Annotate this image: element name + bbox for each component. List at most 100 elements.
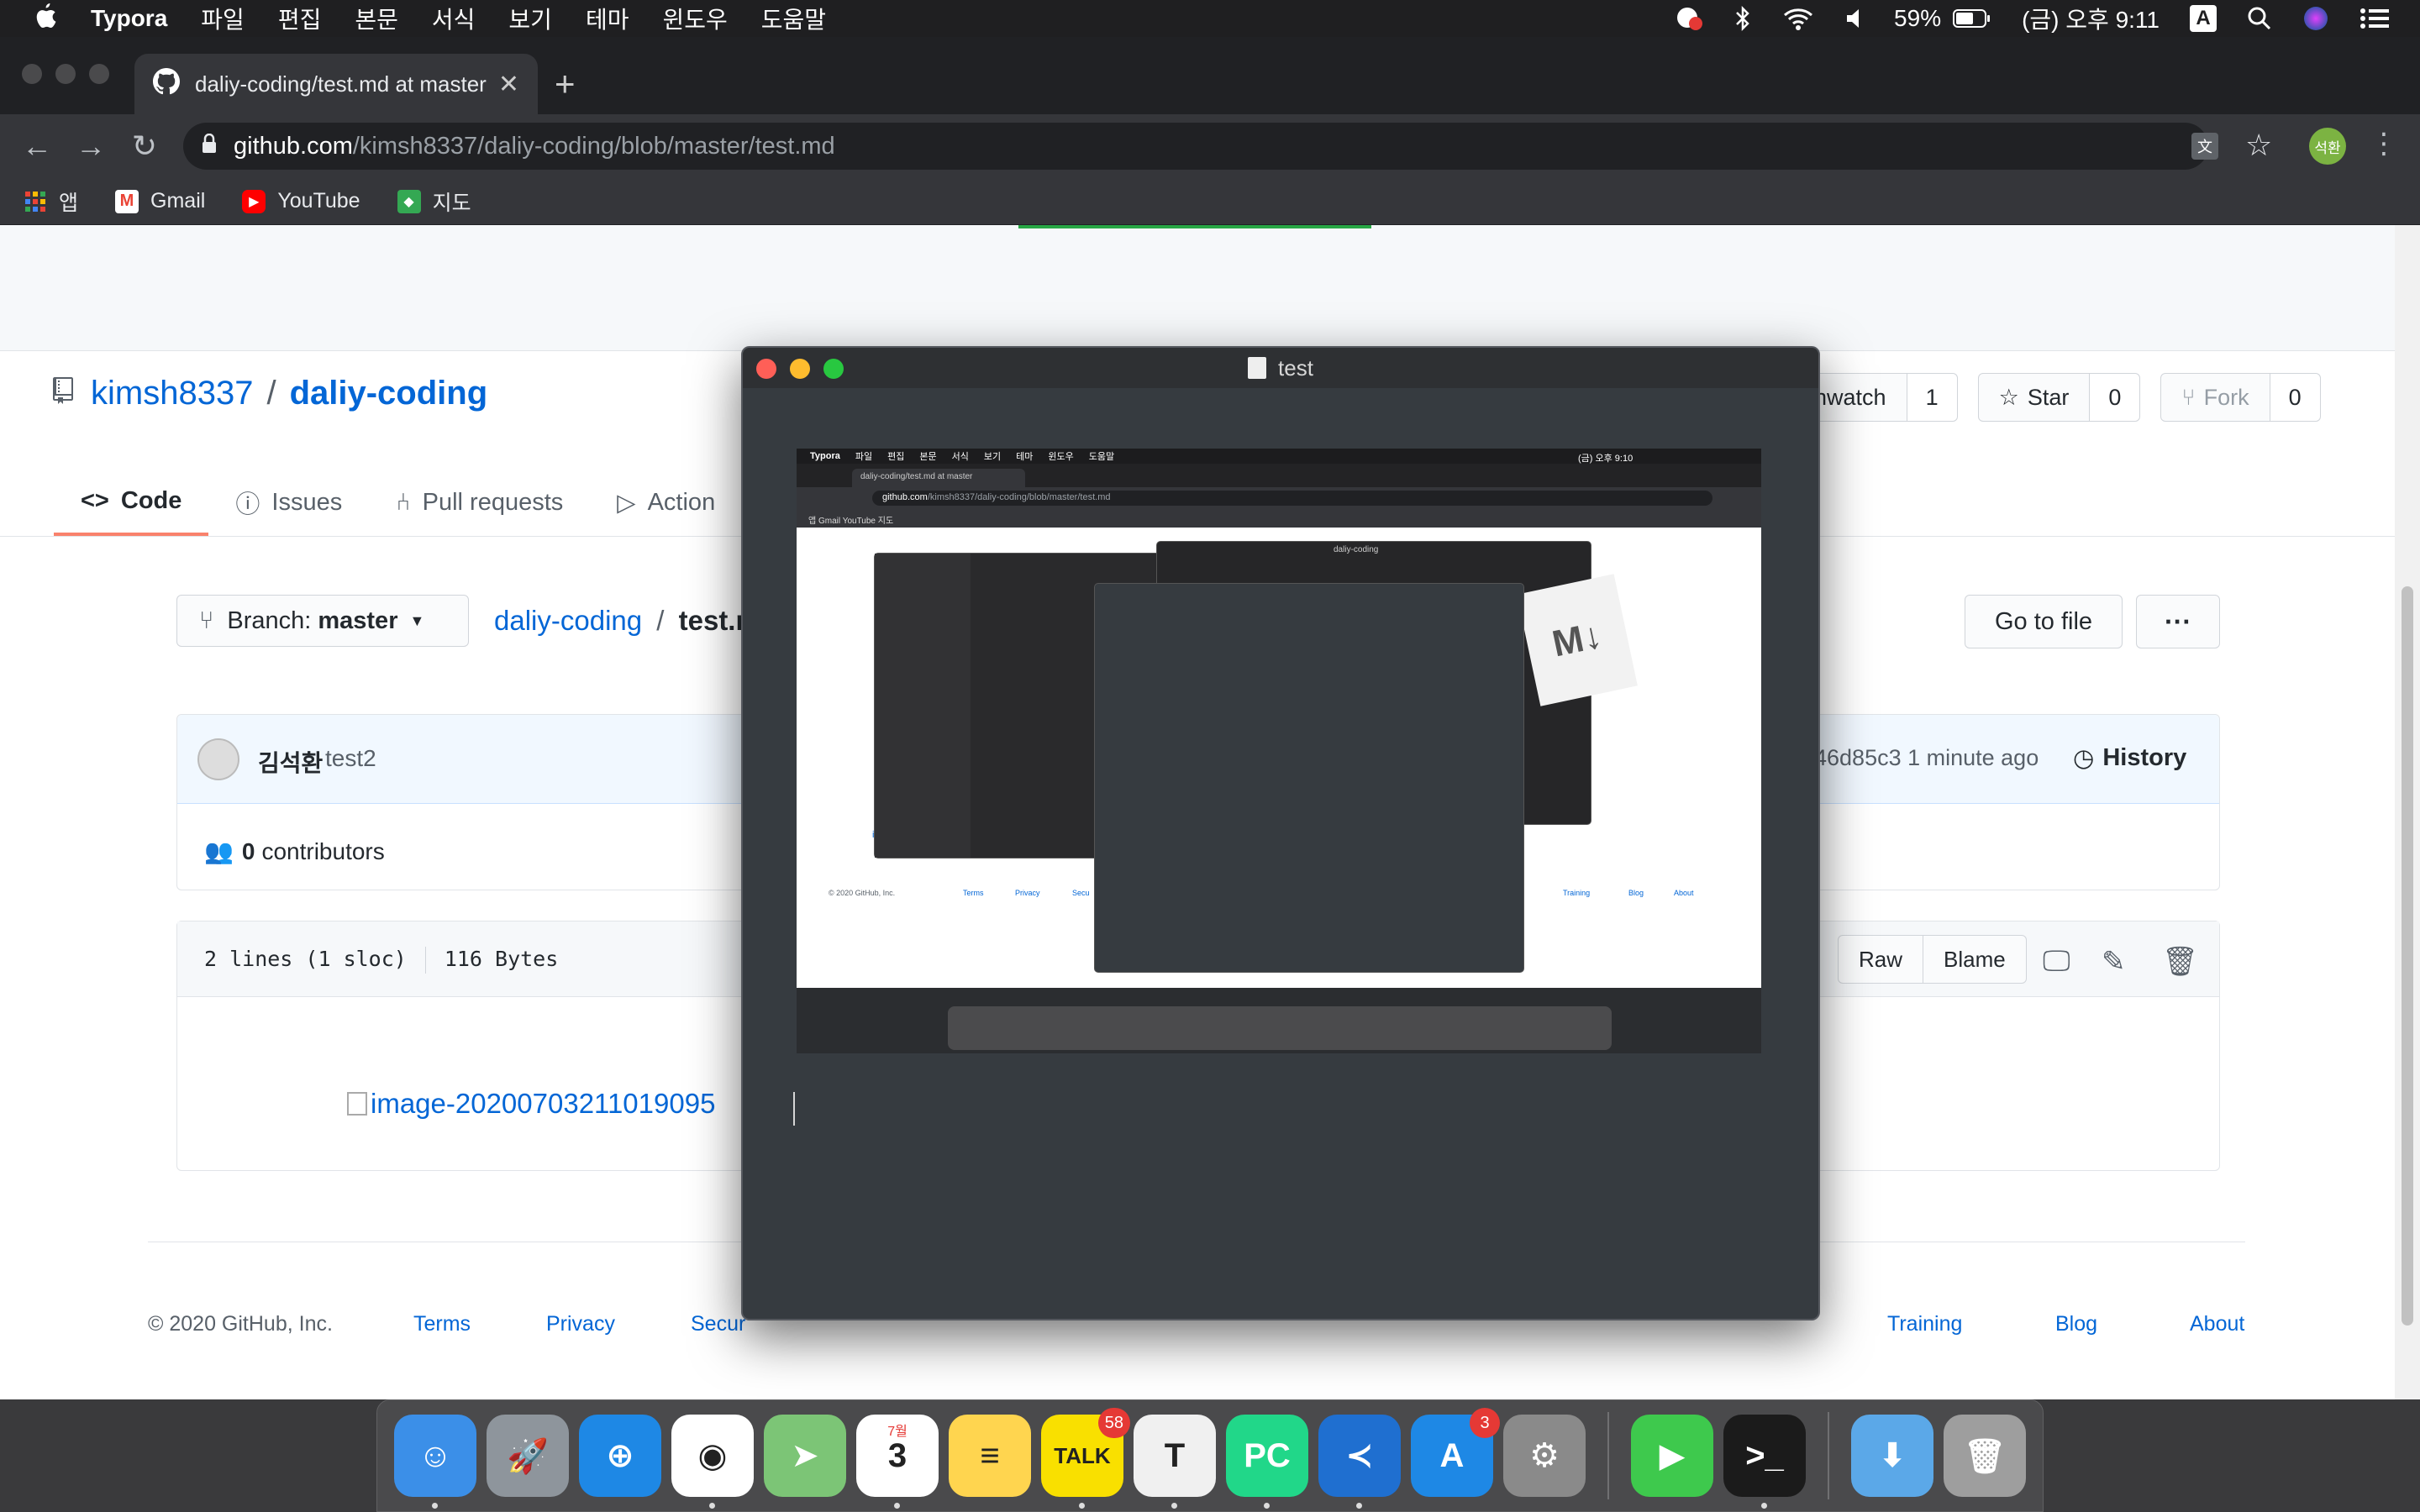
siri-icon[interactable] bbox=[2302, 5, 2329, 32]
calendar-icon[interactable]: 3 7월 bbox=[856, 1415, 939, 1509]
avatar[interactable] bbox=[197, 738, 239, 780]
tab-close-icon[interactable]: ✕ bbox=[498, 70, 519, 99]
bookmark-star-icon[interactable]: ☆ bbox=[2245, 128, 2272, 163]
typora-close-button[interactable] bbox=[756, 359, 776, 379]
bookmark-youtube[interactable]: ▶ YouTube bbox=[242, 189, 360, 213]
raw-button[interactable]: Raw bbox=[1838, 935, 1924, 984]
address-bar[interactable]: github.com /kimsh8337/daliy-coding/blob/… bbox=[183, 123, 2272, 170]
broken-image[interactable]: image-20200703211019095 bbox=[347, 1088, 715, 1120]
back-arrow-icon[interactable]: ← bbox=[17, 126, 57, 166]
footer-link-terms[interactable]: Terms bbox=[413, 1312, 471, 1336]
pycharm-icon[interactable]: PC bbox=[1226, 1415, 1308, 1509]
bookmark-gmail[interactable]: M Gmail bbox=[115, 189, 205, 213]
repo-name-link[interactable]: daliy-coding bbox=[290, 375, 488, 412]
facetime-icon[interactable]: ▶ bbox=[1631, 1415, 1713, 1497]
commit-sha-time[interactable]: 46d85c3 1 minute ago bbox=[1814, 745, 2039, 771]
typora-icon[interactable]: T bbox=[1134, 1415, 1216, 1509]
apple-menu-icon[interactable] bbox=[32, 2, 62, 36]
running-indicator bbox=[894, 1503, 900, 1509]
reload-icon[interactable]: ↻ bbox=[124, 126, 165, 166]
trash-icon[interactable]: 🗑 bbox=[2162, 945, 2198, 979]
menubar-item-format[interactable]: 서식 bbox=[432, 2, 476, 35]
watchers-count[interactable]: 1 bbox=[1907, 374, 1957, 421]
desktop-icon[interactable]: 🖵 bbox=[2043, 945, 2070, 978]
menubar-item-file[interactable]: 파일 bbox=[201, 2, 245, 35]
bookmark-maps[interactable]: ◆ 지도 bbox=[397, 186, 471, 217]
system-preferences-glyph: ⚙ bbox=[1529, 1437, 1560, 1474]
browser-tab[interactable]: daliy-coding/test.md at master ✕ bbox=[134, 54, 538, 114]
chrome-menu-icon[interactable]: ⋮ bbox=[2370, 129, 2398, 158]
contributors-line[interactable]: 👥 0 contributors bbox=[204, 837, 385, 865]
typora-zoom-button[interactable] bbox=[823, 359, 844, 379]
mini-typora-window bbox=[1094, 583, 1524, 973]
more-options-button[interactable]: ··· bbox=[2136, 595, 2220, 648]
star-button[interactable]: ☆ Star 0 bbox=[1977, 373, 2141, 422]
app-store-icon[interactable]: A3 bbox=[1411, 1408, 1500, 1497]
star-icon: ☆ bbox=[1998, 384, 2019, 410]
menubar-item-paragraph[interactable]: 본문 bbox=[355, 2, 398, 35]
trash-icon[interactable]: 🗑 bbox=[1944, 1415, 2026, 1497]
footer-link-privacy[interactable]: Privacy bbox=[546, 1312, 615, 1336]
commit-message[interactable]: test2 bbox=[325, 745, 376, 772]
facetime-glyph: ▶ bbox=[1659, 1437, 1686, 1474]
wifi-icon[interactable] bbox=[1781, 6, 1815, 31]
menubar-app-name[interactable]: Typora bbox=[91, 5, 167, 32]
downloads-folder-icon[interactable]: ⬇ bbox=[1851, 1415, 1933, 1497]
maps-icon[interactable]: ➤ bbox=[764, 1415, 846, 1497]
footer-link-security[interactable]: Secur bbox=[691, 1312, 745, 1336]
safari-icon[interactable]: ⊕ bbox=[579, 1415, 661, 1497]
menubar-item-view[interactable]: 보기 bbox=[508, 2, 552, 35]
repo-owner-link[interactable]: kimsh8337 bbox=[91, 375, 253, 412]
branch-select-button[interactable]: ⑂ Branch: master ▼ bbox=[176, 595, 469, 647]
menubar-item-window[interactable]: 윈도우 bbox=[662, 2, 727, 35]
window-close-button[interactable] bbox=[22, 64, 42, 84]
mini-menu-3: 본문 bbox=[919, 452, 937, 462]
stars-count[interactable]: 0 bbox=[2090, 374, 2140, 421]
kakaotalk-icon[interactable]: TALK 58 bbox=[1041, 1408, 1130, 1509]
translate-icon[interactable]: 文 bbox=[2191, 133, 2218, 160]
vscode-icon[interactable]: ≺ bbox=[1318, 1415, 1401, 1509]
notification-center-icon[interactable] bbox=[2360, 7, 2390, 30]
window-minimize-button[interactable] bbox=[55, 64, 76, 84]
notes-icon[interactable]: ≡ bbox=[949, 1415, 1031, 1497]
volume-icon[interactable] bbox=[1845, 7, 1864, 30]
repo-icon bbox=[52, 375, 74, 412]
typora-minimize-button[interactable] bbox=[790, 359, 810, 379]
status-app-icon[interactable] bbox=[1674, 5, 1704, 32]
forward-arrow-icon[interactable]: → bbox=[71, 126, 111, 166]
breadcrumb-repo-link[interactable]: daliy-coding bbox=[494, 605, 642, 636]
footer-link-about[interactable]: About bbox=[2190, 1312, 2244, 1336]
tab-actions[interactable]: ▷ Action bbox=[590, 469, 742, 536]
blame-button[interactable]: Blame bbox=[1923, 935, 2027, 984]
menubar-item-edit[interactable]: 편집 bbox=[278, 2, 322, 35]
spotlight-search-icon[interactable] bbox=[2247, 6, 2272, 31]
window-zoom-button[interactable] bbox=[89, 64, 109, 84]
battery-icon[interactable] bbox=[1953, 8, 1991, 29]
fork-button[interactable]: ⑂ Fork 0 bbox=[2160, 373, 2321, 422]
launchpad-icon[interactable]: 🚀 bbox=[487, 1415, 569, 1497]
footer-link-training[interactable]: Training bbox=[1887, 1312, 1962, 1336]
menubar-item-theme[interactable]: 테마 bbox=[586, 2, 629, 35]
scrollbar-thumb[interactable] bbox=[2402, 586, 2413, 1326]
bookmark-apps[interactable]: 앱 bbox=[24, 186, 78, 217]
embedded-screenshot[interactable]: Typora 파일 편집 본문 서식 보기 테마 윈도우 도움말 (금) 오후 … bbox=[797, 449, 1761, 1053]
profile-avatar[interactable]: 석환 bbox=[2309, 128, 2346, 165]
chrome-icon[interactable]: ◉ bbox=[671, 1415, 754, 1509]
new-tab-button[interactable]: + bbox=[555, 66, 576, 102]
pencil-icon[interactable]: ✎ bbox=[2102, 945, 2126, 979]
commit-author[interactable]: 김석환 bbox=[258, 745, 323, 779]
footer-link-blog[interactable]: Blog bbox=[2055, 1312, 2097, 1336]
input-source-icon[interactable]: A bbox=[2190, 5, 2217, 32]
tab-code[interactable]: <> Code bbox=[54, 469, 209, 536]
bluetooth-icon[interactable] bbox=[1734, 5, 1751, 32]
tab-pull-requests[interactable]: ⑃ Pull requests bbox=[369, 469, 590, 536]
go-to-file-button[interactable]: Go to file bbox=[1965, 595, 2123, 648]
history-link[interactable]: ◷ History bbox=[2073, 743, 2186, 773]
finder-icon[interactable]: ☺ bbox=[394, 1415, 476, 1509]
tab-issues[interactable]: ⓘ Issues bbox=[208, 469, 369, 536]
menubar-clock[interactable]: (금) 오후 9:11 bbox=[2022, 2, 2160, 35]
menubar-item-help[interactable]: 도움말 bbox=[761, 2, 826, 35]
terminal-icon[interactable]: >_ bbox=[1723, 1415, 1806, 1509]
forks-count[interactable]: 0 bbox=[2270, 374, 2320, 421]
system-preferences-icon[interactable]: ⚙ bbox=[1503, 1415, 1586, 1497]
